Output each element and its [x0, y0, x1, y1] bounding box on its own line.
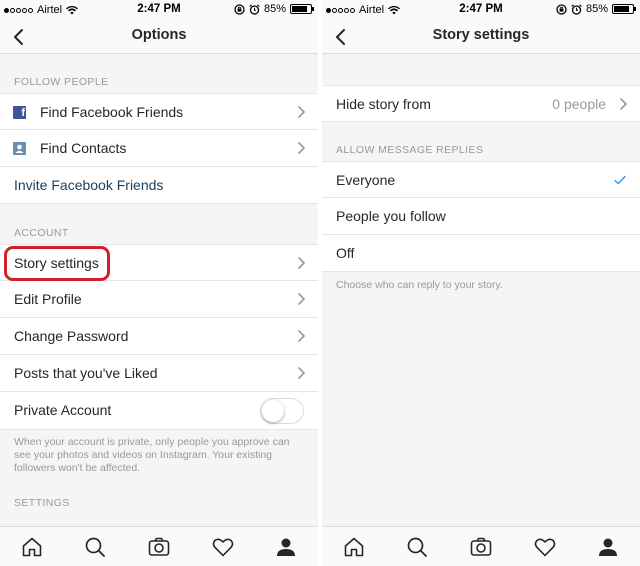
page-title: Story settings — [432, 27, 530, 43]
story-settings-screen: Airtel 2:47 PM 85% Story settings Hide s… — [322, 0, 640, 566]
tab-home[interactable] — [20, 535, 44, 559]
heart-icon — [212, 538, 234, 557]
private-account-row: Private Account — [0, 392, 318, 430]
reply-option-label: Off — [336, 245, 355, 261]
find-contacts-row[interactable]: Find Contacts — [0, 130, 318, 167]
status-bar: Airtel 2:47 PM 85% — [0, 0, 318, 20]
nav-bar: Options — [0, 20, 318, 54]
status-right: 85% — [556, 3, 636, 15]
change-password-row[interactable]: Change Password — [0, 318, 318, 355]
edit-profile-row[interactable]: Edit Profile — [0, 281, 318, 318]
invite-facebook-friends-link[interactable]: Invite Facebook Friends — [14, 177, 163, 193]
chevron-right-icon — [298, 367, 305, 379]
chevron-right-icon — [298, 106, 305, 118]
status-bar: Airtel 2:47 PM 85% — [322, 0, 640, 20]
tab-search[interactable] — [83, 535, 107, 559]
tab-bar — [322, 526, 640, 566]
facebook-icon: f — [13, 106, 26, 119]
home-icon — [344, 537, 364, 557]
private-account-note: When your account is private, only peopl… — [14, 436, 290, 474]
reply-option-people-you-follow[interactable]: People you follow — [322, 198, 640, 235]
hide-story-from-label: Hide story from — [336, 96, 431, 112]
tab-search[interactable] — [405, 535, 429, 559]
reply-option-label: People you follow — [336, 208, 446, 224]
reply-option-everyone[interactable]: Everyone — [322, 161, 640, 198]
edit-profile-label: Edit Profile — [14, 291, 82, 307]
find-facebook-friends-row[interactable]: f Find Facebook Friends — [0, 93, 318, 130]
home-icon — [22, 537, 42, 557]
rotation-lock-icon — [234, 3, 245, 15]
section-header-allow-replies: ALLOW MESSAGE REPLIES — [336, 144, 484, 156]
page-title: Options — [131, 27, 187, 43]
battery-percent: 85% — [585, 3, 608, 15]
hide-story-count: 0 people — [552, 96, 606, 112]
search-icon — [407, 537, 427, 557]
camera-icon — [148, 537, 170, 556]
tab-camera[interactable] — [469, 535, 493, 559]
battery-icon — [612, 4, 636, 14]
tab-activity[interactable] — [211, 535, 235, 559]
find-contacts-label: Find Contacts — [40, 140, 127, 156]
reply-note: Choose who can reply to your story. — [336, 279, 503, 291]
find-facebook-friends-label: Find Facebook Friends — [40, 104, 184, 120]
private-account-toggle[interactable] — [260, 398, 304, 424]
tab-activity[interactable] — [533, 535, 557, 559]
invite-facebook-friends-row[interactable]: Invite Facebook Friends — [0, 167, 318, 204]
alarm-icon — [249, 3, 260, 15]
nav-bar: Story settings — [322, 20, 640, 54]
section-header-account: ACCOUNT — [14, 227, 69, 239]
hide-story-from-row[interactable]: Hide story from 0 people — [322, 85, 640, 122]
status-right: 85% — [234, 3, 314, 15]
profile-icon — [599, 538, 617, 556]
search-icon — [85, 537, 105, 557]
reply-option-label: Everyone — [336, 172, 396, 188]
camera-icon — [470, 537, 492, 556]
heart-icon — [534, 538, 556, 557]
toggle-knob — [262, 400, 284, 422]
chevron-right-icon — [298, 142, 305, 154]
battery-percent: 85% — [263, 3, 286, 15]
reply-option-off[interactable]: Off — [322, 235, 640, 272]
tab-profile[interactable] — [596, 535, 620, 559]
change-password-label: Change Password — [14, 328, 129, 344]
story-settings-label: Story settings — [14, 255, 99, 271]
chevron-right-icon — [620, 98, 627, 110]
checkmark-icon — [614, 175, 626, 185]
profile-icon — [277, 538, 295, 556]
section-header-follow-people: FOLLOW PEOPLE — [14, 76, 109, 88]
tab-bar — [0, 526, 318, 566]
tab-camera[interactable] — [147, 535, 171, 559]
battery-icon — [290, 4, 314, 14]
posts-liked-label: Posts that you've Liked — [14, 365, 158, 381]
alarm-icon — [571, 3, 582, 15]
contacts-icon — [13, 142, 26, 155]
section-header-settings: SETTINGS — [14, 497, 70, 509]
battery-fill — [292, 6, 308, 12]
options-screen: Airtel 2:47 PM 85% Options FOLLOW PEOPLE… — [0, 0, 318, 566]
chevron-right-icon — [298, 257, 305, 269]
private-account-label: Private Account — [14, 402, 112, 418]
chevron-right-icon — [298, 330, 305, 342]
tab-home[interactable] — [342, 535, 366, 559]
rotation-lock-icon — [556, 3, 567, 15]
battery-fill — [614, 6, 630, 12]
posts-liked-row[interactable]: Posts that you've Liked — [0, 355, 318, 392]
chevron-right-icon — [298, 293, 305, 305]
tab-profile[interactable] — [274, 535, 298, 559]
story-settings-row[interactable]: Story settings — [0, 244, 318, 281]
